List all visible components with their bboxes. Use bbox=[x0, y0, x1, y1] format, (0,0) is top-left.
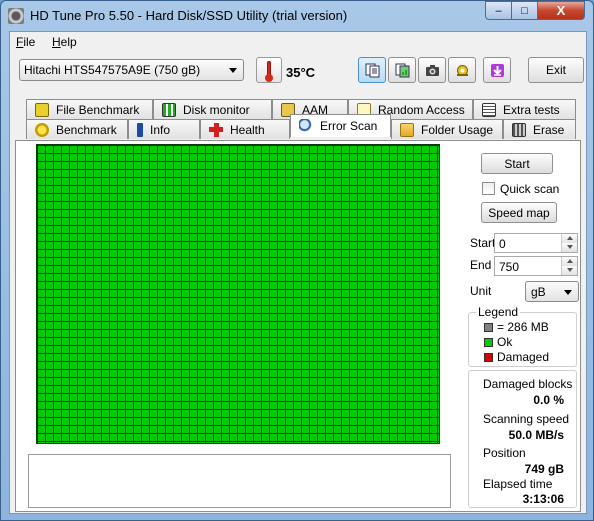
file-benchmark-icon bbox=[35, 102, 49, 117]
end-label: End bbox=[470, 258, 492, 272]
position-label: Position bbox=[483, 446, 526, 460]
copy-screen-icon bbox=[395, 63, 410, 78]
camera-button[interactable] bbox=[418, 57, 446, 83]
tab-file-benchmark[interactable]: File Benchmark bbox=[26, 99, 153, 119]
tab-disk-monitor[interactable]: Disk monitor bbox=[153, 99, 272, 119]
copy-screen-button[interactable] bbox=[388, 57, 416, 83]
save-button[interactable] bbox=[483, 57, 511, 83]
drive-select-value: Hitachi HTS547575A9E (750 gB) bbox=[24, 63, 201, 77]
folder-icon bbox=[400, 122, 414, 137]
menu-help[interactable]: Help bbox=[52, 35, 77, 49]
end-decrement-arrow[interactable] bbox=[561, 266, 577, 275]
copy-text-icon bbox=[365, 63, 380, 78]
health-icon bbox=[209, 122, 223, 137]
ok-label: Ok bbox=[497, 335, 513, 349]
scan-log-box bbox=[28, 454, 451, 508]
menu-bar: File Help bbox=[10, 32, 586, 52]
thermometer-icon bbox=[256, 57, 282, 83]
tab-info[interactable]: Info bbox=[128, 119, 200, 139]
temperature-readout: 35°C bbox=[286, 65, 316, 80]
scan-stats-box: Damaged blocks 0.0 % Scanning speed 50.0… bbox=[468, 370, 577, 508]
quick-scan-label: Quick scan bbox=[500, 182, 560, 196]
damaged-blocks-value: 0.0 % bbox=[533, 393, 564, 407]
error-scan-panel: Start Quick scan Speed map Start 0 End 7… bbox=[15, 140, 581, 512]
minimize-button[interactable]: – bbox=[485, 1, 512, 20]
speed-map-button[interactable]: Speed map bbox=[481, 202, 557, 223]
benchmark-icon bbox=[35, 122, 49, 137]
copy-text-button[interactable] bbox=[358, 57, 386, 83]
start-scan-button[interactable]: Start bbox=[481, 153, 553, 174]
trash-icon bbox=[512, 122, 526, 137]
exit-button[interactable]: Exit bbox=[528, 57, 584, 83]
extra-tests-icon bbox=[482, 102, 496, 117]
start-position-input[interactable]: 0 bbox=[494, 233, 578, 253]
window-title: HD Tune Pro 5.50 - Hard Disk/SSD Utility… bbox=[30, 8, 348, 23]
damaged-blocks-label: Damaged blocks bbox=[483, 377, 573, 391]
scanning-speed-value: 50.0 MB/s bbox=[508, 428, 564, 442]
end-increment-arrow[interactable] bbox=[561, 257, 577, 266]
info-icon bbox=[137, 122, 143, 137]
options-icon bbox=[457, 65, 468, 76]
save-download-icon bbox=[491, 64, 504, 77]
app-window: HD Tune Pro 5.50 - Hard Disk/SSD Utility… bbox=[0, 0, 594, 521]
legend-title: Legend bbox=[476, 305, 521, 319]
tab-error-scan[interactable]: Error Scan bbox=[290, 114, 391, 137]
maximize-button[interactable]: □ bbox=[511, 1, 538, 20]
menu-file[interactable]: File bbox=[16, 35, 35, 49]
drive-select[interactable]: Hitachi HTS547575A9E (750 gB) bbox=[19, 59, 244, 81]
position-value: 749 gB bbox=[524, 462, 564, 476]
hdtune-app-icon bbox=[8, 8, 24, 24]
client-area: File Help Hitachi HTS547575A9E (750 gB) … bbox=[9, 31, 587, 514]
disk-monitor-icon bbox=[162, 102, 176, 117]
unit-label: Unit bbox=[470, 284, 492, 298]
elapsed-time-label: Elapsed time bbox=[483, 477, 553, 491]
damaged-swatch bbox=[484, 353, 493, 362]
magnifier-icon bbox=[299, 119, 313, 133]
camera-icon bbox=[426, 65, 439, 76]
block-size-label: = 286 MB bbox=[497, 320, 549, 334]
start-increment-arrow[interactable] bbox=[561, 234, 577, 243]
tab-health[interactable]: Health bbox=[200, 119, 290, 139]
tab-erase[interactable]: Erase bbox=[503, 119, 576, 139]
close-button[interactable]: X bbox=[537, 1, 585, 20]
ok-swatch bbox=[484, 338, 493, 347]
end-position-input[interactable]: 750 bbox=[494, 256, 578, 276]
title-bar[interactable]: HD Tune Pro 5.50 - Hard Disk/SSD Utility… bbox=[1, 1, 593, 31]
tab-extra-tests[interactable]: Extra tests bbox=[473, 99, 576, 119]
unit-select[interactable]: gB bbox=[525, 281, 579, 302]
scanning-speed-label: Scanning speed bbox=[483, 412, 570, 426]
tab-benchmark[interactable]: Benchmark bbox=[26, 119, 128, 139]
damaged-label: Damaged bbox=[497, 350, 550, 364]
elapsed-time-value: 3:13:06 bbox=[522, 492, 564, 506]
quick-scan-checkbox[interactable] bbox=[482, 182, 495, 195]
start-label: Start bbox=[470, 236, 496, 250]
options-button[interactable] bbox=[448, 57, 476, 83]
scan-block-grid bbox=[36, 144, 440, 444]
tab-folder-usage[interactable]: Folder Usage bbox=[391, 119, 503, 139]
chevron-down-icon bbox=[564, 290, 572, 295]
start-decrement-arrow[interactable] bbox=[561, 243, 577, 252]
chevron-down-icon bbox=[229, 68, 237, 73]
block-size-swatch bbox=[484, 323, 493, 332]
